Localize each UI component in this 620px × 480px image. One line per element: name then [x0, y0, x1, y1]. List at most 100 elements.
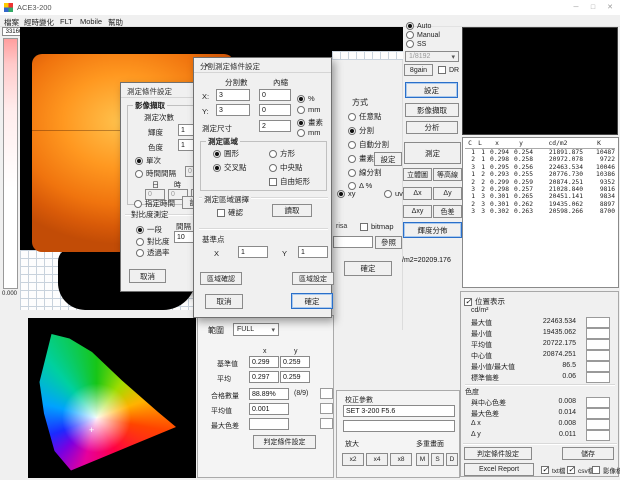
table-row: 330.3020.26320598.2668700 [465, 208, 615, 215]
position-display-checkbox[interactable]: 位置表示 [464, 296, 505, 307]
confirm-checkbox[interactable]: 確認 [217, 207, 243, 218]
x-division-field[interactable]: 3 [216, 89, 250, 101]
csv-checkbox[interactable]: csv檔 [567, 465, 594, 475]
auto-radio[interactable]: Auto [406, 22, 431, 30]
avg-x-field[interactable]: 0.297 [249, 371, 279, 383]
x-inset-field[interactable]: 0 [259, 89, 291, 101]
secondary-view[interactable] [462, 27, 618, 135]
gain-button[interactable]: 8gain [404, 64, 433, 76]
interval-radio[interactable]: 時間間隔 [135, 168, 176, 179]
minimize-icon[interactable]: ─ [568, 1, 584, 13]
size-pixel-radio[interactable]: 畫素 [297, 117, 323, 128]
table-row: 230.3010.26219435.0628897 [465, 201, 615, 208]
contour-button[interactable]: 等高線 [433, 168, 462, 181]
method-option-autosplit[interactable]: 自動分割 [348, 139, 389, 150]
pass-note: (8/9) [294, 390, 308, 397]
close-icon[interactable]: ✕ [602, 1, 618, 13]
delta-y-button[interactable]: Δy [433, 187, 462, 200]
method-option-any[interactable]: 任意點 [348, 111, 382, 122]
inset-percent-radio[interactable]: % [297, 94, 315, 103]
multi-s-button[interactable]: S [431, 453, 444, 466]
y-inset-field[interactable]: 0 [259, 104, 291, 116]
zoom-x8-button[interactable]: x8 [390, 453, 412, 466]
center-point-radio[interactable]: 中央點 [269, 162, 303, 173]
bitmap-checkbox[interactable]: bitmap [360, 222, 394, 231]
multi-screen-label: 多重畫面 [416, 439, 444, 449]
ref-x-field[interactable]: 0.299 [249, 356, 279, 368]
split-cancel-button[interactable]: 取消 [205, 294, 243, 309]
measure-cancel-button[interactable]: 取消 [129, 269, 166, 283]
area-select-title: 測定區域選擇 [202, 194, 251, 205]
maximize-icon[interactable]: □ [585, 1, 601, 13]
analyze-button[interactable]: 分析 [406, 121, 458, 134]
stat-value: 22463.534 [501, 318, 576, 325]
split-ok-button[interactable]: 確定 [291, 293, 333, 309]
read-button[interactable]: 讀取 [272, 204, 312, 217]
chroma-panel: 範圍 FULL x y 基準值 0.299 0.259 平均 0.297 0.2… [197, 315, 334, 478]
measurement-table[interactable]: C L x y cd/m2 K 110.2940.25421891.875104… [465, 139, 615, 216]
multi-m-button[interactable]: M [416, 453, 429, 466]
mean-indicator [320, 403, 333, 414]
calib-field-1[interactable]: SET 3-200 F5.6 [343, 405, 455, 417]
ref-y-field[interactable]: 0.259 [280, 356, 310, 368]
area-confirm-button[interactable]: 區域確認 [200, 272, 242, 285]
mini-view[interactable] [332, 27, 403, 60]
base-x-field[interactable]: 1 [238, 246, 268, 258]
dialog-title-bar[interactable]: 分割測定條件設定 [194, 58, 331, 73]
method-option-split[interactable]: 分割 [348, 125, 374, 136]
size-field[interactable]: 2 [259, 120, 291, 132]
inset-mm-radio[interactable]: mm [297, 105, 321, 114]
size-mm-radio[interactable]: mm [297, 128, 321, 137]
multi-d-button[interactable]: D [446, 453, 458, 466]
range-dropdown[interactable]: FULL [233, 323, 279, 336]
transmit-radio[interactable]: 透過率 [136, 247, 170, 258]
method-set-button[interactable]: 設定 [374, 152, 402, 166]
method-option-line[interactable]: 線分割 [348, 167, 382, 178]
delta-x-button[interactable]: Δx [403, 187, 432, 200]
color-diff-button[interactable]: 色差 [433, 205, 462, 218]
manual-radio[interactable]: Manual [406, 31, 440, 39]
shutter-dropdown[interactable]: 1/8192 [405, 51, 459, 62]
excel-report-button[interactable]: Excel Report [464, 463, 534, 476]
ss-radio[interactable]: SS [406, 40, 426, 48]
set-button[interactable]: 設定 [405, 82, 458, 98]
capture-button[interactable]: 影像擷取 [405, 103, 459, 117]
txt-checkbox[interactable]: txt檔 [541, 465, 565, 475]
free-rect-checkbox[interactable]: 自由矩形 [269, 176, 310, 187]
dialog-close-icon[interactable] [200, 59, 214, 71]
solid-view-button[interactable]: 立體圖 [403, 168, 432, 181]
save-button[interactable]: 儲存 [562, 447, 614, 460]
browse-button[interactable]: 參照 [375, 236, 402, 249]
square-radio[interactable]: 方形 [269, 148, 295, 159]
measure-button[interactable]: 測定 [404, 142, 461, 164]
zoom-x4-button[interactable]: x4 [366, 453, 388, 466]
dr-checkbox[interactable]: DR [438, 66, 459, 74]
contrast-radio[interactable]: 對比度 [136, 236, 170, 247]
path-field[interactable] [333, 236, 373, 248]
cie-diagram[interactable]: + [28, 318, 196, 478]
method-ok-button[interactable]: 確定 [344, 261, 392, 276]
avg-y-field[interactable]: 0.259 [280, 371, 310, 383]
method-option-pixel[interactable]: 畫素 [348, 153, 374, 164]
single-radio[interactable]: 單次 [135, 155, 161, 166]
uv-radio[interactable]: uv [384, 189, 403, 198]
zoom-x2-button[interactable]: x2 [342, 453, 364, 466]
judge-condition-button[interactable]: 判定條件設定 [464, 447, 532, 460]
circle-radio[interactable]: 圓形 [213, 148, 239, 159]
menu-mobile[interactable]: Mobile [80, 17, 102, 26]
spec-time-radio[interactable]: 指定時間 [134, 198, 175, 209]
y-division-field[interactable]: 3 [216, 104, 250, 116]
luminance-dist-button[interactable]: 輝度分佈 [403, 222, 462, 238]
stat-value: 20722.175 [501, 340, 576, 347]
area-set-button[interactable]: 區域設定 [292, 272, 334, 285]
chroma-judge-button[interactable]: 判定條件設定 [253, 435, 316, 449]
cross-point-radio[interactable]: 交叉點 [213, 162, 247, 173]
xy-radio[interactable]: xy [337, 189, 356, 198]
stats-panel: 位置表示 cd/m² 最大值 22463.534 最小值 19435.062 平… [460, 291, 619, 477]
menu-flt[interactable]: FLT [60, 17, 73, 26]
image-file-checkbox[interactable]: 影像檔 [592, 465, 620, 475]
calib-field-2[interactable] [343, 420, 455, 432]
one-step-radio[interactable]: 一段 [136, 224, 162, 235]
delta-xy-button[interactable]: Δxy [403, 205, 432, 218]
base-y-field[interactable]: 1 [298, 246, 328, 258]
